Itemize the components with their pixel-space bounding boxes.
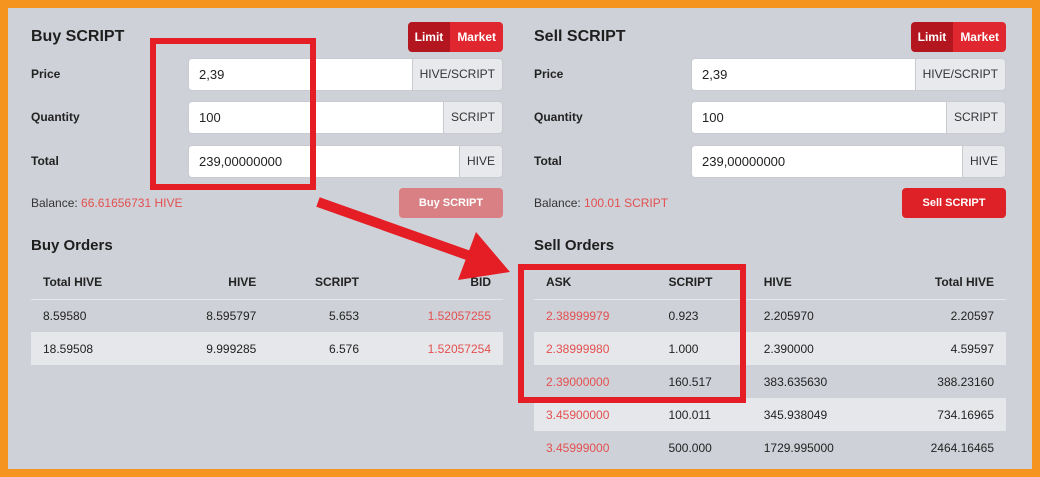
sell-price-unit: HIVE/SCRIPT [914, 58, 1006, 91]
table-cell: 8.59580 [31, 299, 157, 332]
buy-script-button[interactable]: Buy SCRIPT [399, 188, 503, 218]
table-cell: 100.011 [656, 398, 752, 431]
column-header: SCRIPT [656, 266, 752, 300]
sell-orders-table: ASK SCRIPT HIVE Total HIVE 2.38999979 0.… [534, 266, 1006, 464]
sell-quantity-input[interactable] [691, 101, 946, 134]
table-row[interactable]: 3.45999000 500.000 1729.995000 2464.1646… [534, 431, 1006, 464]
ask-price-cell[interactable]: 3.45999000 [534, 431, 657, 464]
ask-price-cell[interactable]: 2.38999979 [534, 299, 657, 332]
table-cell: 734.16965 [883, 398, 1006, 431]
buy-market-tab[interactable]: Market [450, 22, 503, 52]
table-row[interactable]: 2.38999979 0.923 2.205970 2.20597 [534, 299, 1006, 332]
buy-limit-tab[interactable]: Limit [407, 22, 451, 52]
sell-limit-tab[interactable]: Limit [910, 22, 954, 52]
table-cell: 4.59597 [883, 332, 1006, 365]
table-cell: 2464.16465 [883, 431, 1006, 464]
sell-balance-label: Balance: [534, 196, 581, 210]
sell-total-unit: HIVE [961, 145, 1006, 178]
table-cell: 383.635630 [751, 365, 884, 398]
buy-quantity-unit: SCRIPT [442, 101, 503, 134]
table-cell: 500.000 [656, 431, 752, 464]
ask-price-cell[interactable]: 2.38999980 [534, 332, 657, 365]
buy-order-type-toggle: Limit Market [407, 22, 503, 52]
table-cell: 1.000 [656, 332, 752, 365]
table-cell: 5.653 [268, 299, 371, 332]
column-header: ASK [534, 266, 657, 300]
sell-total-label: Total [534, 154, 562, 168]
table-cell: 8.595797 [156, 299, 269, 332]
column-header: BID [371, 266, 503, 300]
table-row[interactable]: 3.45900000 100.011 345.938049 734.16965 [534, 398, 1006, 431]
table-cell: 388.23160 [883, 365, 1006, 398]
sell-total-input[interactable] [691, 145, 962, 178]
buy-balance-amount[interactable]: 66.61656731 HIVE [81, 196, 182, 210]
table-cell: 9.999285 [156, 332, 269, 365]
column-header: HIVE [156, 266, 269, 300]
sell-script-button[interactable]: Sell SCRIPT [902, 188, 1006, 218]
ask-price-cell[interactable]: 2.39000000 [534, 365, 657, 398]
table-row[interactable]: 2.38999980 1.000 2.390000 4.59597 [534, 332, 1006, 365]
table-cell: 0.923 [656, 299, 752, 332]
buy-balance: Balance: 66.61656731 HIVE [31, 196, 182, 210]
table-cell: 18.59508 [31, 332, 157, 365]
sell-quantity-label: Quantity [534, 110, 583, 124]
table-row[interactable]: 2.39000000 160.517 383.635630 388.23160 [534, 365, 1006, 398]
buy-total-label: Total [31, 154, 59, 168]
sell-market-tab[interactable]: Market [953, 22, 1006, 52]
ask-price-cell[interactable]: 3.45900000 [534, 398, 657, 431]
bid-price-cell[interactable]: 1.52057255 [371, 299, 503, 332]
sell-total-row: Total HIVE [534, 145, 1006, 178]
buy-price-input[interactable] [188, 58, 412, 91]
table-cell: 2.20597 [883, 299, 1006, 332]
buy-total-unit: HIVE [458, 145, 503, 178]
table-cell: 345.938049 [751, 398, 884, 431]
table-cell: 6.576 [268, 332, 371, 365]
table-cell: 160.517 [656, 365, 752, 398]
table-cell: 1729.995000 [751, 431, 884, 464]
buy-price-unit: HIVE/SCRIPT [411, 58, 503, 91]
table-header-row: ASK SCRIPT HIVE Total HIVE [534, 266, 1006, 300]
buy-price-label: Price [31, 67, 61, 81]
column-header: Total HIVE [883, 266, 1006, 300]
buy-title: Buy SCRIPT [31, 28, 125, 45]
buy-balance-label: Balance: [31, 196, 78, 210]
sell-price-input[interactable] [691, 58, 915, 91]
buy-price-row: Price HIVE/SCRIPT [31, 58, 503, 91]
bid-price-cell[interactable]: 1.52057254 [371, 332, 503, 365]
sell-quantity-unit: SCRIPT [945, 101, 1006, 134]
buy-orders-table: Total HIVE HIVE SCRIPT BID 8.59580 8.595… [31, 266, 503, 365]
buy-quantity-row: Quantity SCRIPT [31, 101, 503, 134]
buy-quantity-input[interactable] [188, 101, 443, 134]
buy-quantity-label: Quantity [31, 110, 80, 124]
buy-total-row: Total HIVE [31, 145, 503, 178]
table-header-row: Total HIVE HIVE SCRIPT BID [31, 266, 503, 300]
column-header: Total HIVE [31, 266, 157, 300]
column-header: HIVE [751, 266, 884, 300]
sell-price-label: Price [534, 67, 564, 81]
sell-quantity-row: Quantity SCRIPT [534, 101, 1006, 134]
sell-title: Sell SCRIPT [534, 28, 626, 45]
table-row[interactable]: 8.59580 8.595797 5.653 1.52057255 [31, 299, 503, 332]
buy-total-input[interactable] [188, 145, 459, 178]
table-cell: 2.390000 [751, 332, 884, 365]
sell-price-row: Price HIVE/SCRIPT [534, 58, 1006, 91]
sell-balance-amount[interactable]: 100.01 SCRIPT [584, 196, 668, 210]
sell-balance: Balance: 100.01 SCRIPT [534, 196, 668, 210]
table-cell: 2.205970 [751, 299, 884, 332]
exchange-frame: Buy SCRIPT Limit Market Price HIVE/SCRIP… [8, 8, 1032, 469]
table-row[interactable]: 18.59508 9.999285 6.576 1.52057254 [31, 332, 503, 365]
sell-orders-title: Sell Orders [534, 237, 615, 254]
buy-orders-title: Buy Orders [31, 237, 113, 254]
column-header: SCRIPT [268, 266, 371, 300]
sell-order-type-toggle: Limit Market [910, 22, 1006, 52]
